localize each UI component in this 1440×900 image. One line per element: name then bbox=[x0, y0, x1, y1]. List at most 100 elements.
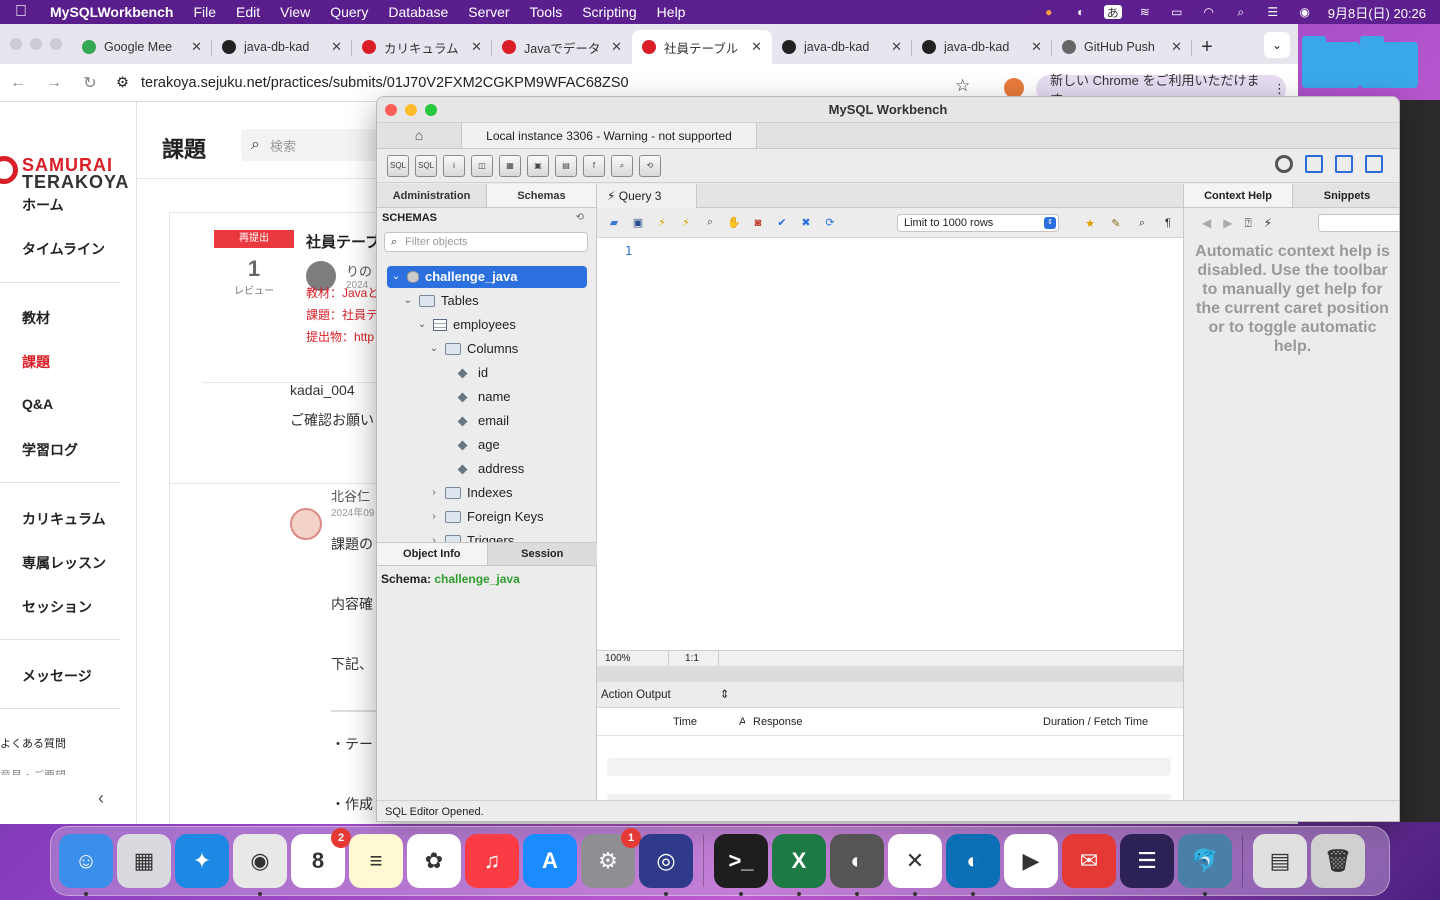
status-app-icon[interactable]: ● bbox=[1040, 5, 1058, 19]
menu-clock[interactable]: 9月8日(日) 20:26 bbox=[1328, 3, 1426, 22]
close-window-button[interactable] bbox=[10, 38, 22, 50]
dock-terminal-icon[interactable]: >_ bbox=[714, 834, 768, 896]
rollback-icon[interactable]: ✖ bbox=[797, 214, 815, 232]
control-center-icon[interactable]: ☰ bbox=[1264, 5, 1282, 19]
profile-avatar[interactable] bbox=[1004, 78, 1024, 98]
home-tab-icon[interactable]: ⌂ bbox=[377, 122, 461, 148]
panel-splitter[interactable] bbox=[597, 666, 1183, 682]
col-time[interactable]: Time bbox=[673, 716, 697, 728]
forward-icon[interactable]: ▶ bbox=[1223, 216, 1232, 230]
open-file-icon[interactable]: ▰ bbox=[605, 214, 623, 232]
dock-notes-icon[interactable]: ≡ bbox=[349, 834, 403, 888]
close-tab-icon[interactable]: ✕ bbox=[611, 39, 622, 55]
apple-menu-icon[interactable]:  bbox=[0, 3, 42, 21]
browser-tab[interactable]: java-db-kad ✕ bbox=[772, 30, 912, 64]
refresh-schemas-icon[interactable]: ⟲ bbox=[576, 212, 584, 223]
browser-tab[interactable]: Javaでデータ ✕ bbox=[492, 30, 632, 64]
instance-tab[interactable]: Local instance 3306 - Warning - not supp… bbox=[461, 122, 757, 148]
sidebar-item-curriculum[interactable]: カリキュラム bbox=[22, 509, 106, 529]
menu-help[interactable]: Help bbox=[647, 4, 696, 20]
toggle-sidebar-icon[interactable] bbox=[1305, 155, 1323, 173]
forward-icon[interactable]: → bbox=[36, 74, 72, 92]
dock-music-icon[interactable]: ♫ bbox=[465, 834, 519, 888]
tab-search-button[interactable]: ⌄ bbox=[1264, 32, 1290, 58]
help-search-input[interactable] bbox=[1318, 214, 1399, 232]
stop-icon[interactable]: ✋ bbox=[725, 214, 743, 232]
reconnect-icon[interactable]: ⟲ bbox=[639, 154, 661, 177]
close-tab-icon[interactable]: ✕ bbox=[191, 39, 202, 55]
col-response[interactable]: Response bbox=[753, 716, 803, 728]
submission-link[interactable]: 提出物：http bbox=[306, 328, 374, 345]
dock-youtube-icon[interactable]: ▶ bbox=[1004, 834, 1058, 888]
menu-view[interactable]: View bbox=[270, 4, 320, 20]
tree-node-schema[interactable]: ⌄ challenge_java bbox=[387, 266, 587, 288]
menu-file[interactable]: File bbox=[183, 4, 226, 20]
open-sql-script-icon[interactable]: SQL bbox=[415, 154, 437, 177]
search-table-data-icon[interactable]: ⌕ bbox=[611, 154, 633, 177]
tab-snippets[interactable]: Snippets bbox=[1293, 184, 1399, 207]
reviewer-name[interactable]: 北谷仁 bbox=[331, 486, 370, 505]
create-schema-icon[interactable]: ◫ bbox=[471, 154, 493, 177]
close-tab-icon[interactable]: ✕ bbox=[891, 39, 902, 55]
dock-vscode-icon[interactable]: ✕ bbox=[888, 834, 942, 896]
task-link[interactable]: 課題：社員テ bbox=[306, 306, 378, 323]
new-sql-tab-icon[interactable]: SQL bbox=[387, 154, 409, 177]
tree-node-column[interactable]: name bbox=[457, 386, 511, 408]
site-info-icon[interactable]: ⚙ bbox=[116, 75, 129, 91]
new-tab-button[interactable]: + bbox=[1192, 30, 1222, 64]
browser-tab[interactable]: Google Mee ✕ bbox=[72, 30, 212, 64]
collapse-sidebar-icon[interactable]: ‹ bbox=[98, 788, 104, 809]
mute-icon[interactable]: ≋ bbox=[1136, 5, 1154, 19]
url-text[interactable]: terakoya.sejuku.net/practices/submits/01… bbox=[141, 75, 629, 91]
output-select[interactable]: Action Output ⇕ bbox=[597, 682, 1183, 708]
samurai-terakoya-logo[interactable]: SAMURAI TERAKOYA bbox=[0, 150, 130, 192]
dock-excel-icon[interactable]: X bbox=[772, 834, 826, 896]
manual-help-icon[interactable]: ⍰ bbox=[1244, 216, 1251, 231]
close-tab-icon[interactable]: ✕ bbox=[331, 39, 342, 55]
dock-tableplus-icon[interactable]: ◐ bbox=[830, 834, 884, 896]
dock-photos-icon[interactable]: ✿ bbox=[407, 834, 461, 888]
dock-mysql-workbench-alt-icon[interactable]: ◐ bbox=[946, 834, 1000, 896]
status-sync-icon[interactable]: ◐ bbox=[1072, 5, 1090, 19]
address-bar[interactable]: ⚙ terakoya.sejuku.net/practices/submits/… bbox=[116, 68, 1016, 98]
sidebar-item-home[interactable]: ホーム bbox=[22, 195, 64, 215]
minimize-window-button[interactable] bbox=[30, 38, 42, 50]
menu-query[interactable]: Query bbox=[320, 4, 378, 20]
menu-database[interactable]: Database bbox=[378, 4, 458, 20]
create-view-icon[interactable]: ▣ bbox=[527, 154, 549, 177]
preferences-gear-icon[interactable] bbox=[1275, 155, 1293, 173]
chevron-down-icon[interactable]: ⌄ bbox=[403, 290, 413, 312]
tree-node-table[interactable]: ⌄ employees bbox=[417, 314, 516, 336]
close-tab-icon[interactable]: ✕ bbox=[1171, 39, 1182, 55]
desktop-folder-icon[interactable] bbox=[1302, 36, 1360, 88]
filter-objects-input[interactable]: ⌕ Filter objects bbox=[384, 232, 588, 252]
col-action[interactable]: Action bbox=[739, 716, 745, 728]
create-table-icon[interactable]: ▦ bbox=[499, 154, 521, 177]
close-tab-icon[interactable]: ✕ bbox=[751, 39, 762, 55]
toggle-output-icon[interactable] bbox=[1335, 155, 1353, 173]
sidebar-link-feedback[interactable]: 意見・ご要望 bbox=[0, 767, 66, 775]
siri-icon[interactable]: ◉ bbox=[1296, 5, 1314, 19]
commit-icon[interactable]: ✔ bbox=[773, 214, 791, 232]
menu-scripting[interactable]: Scripting bbox=[572, 4, 646, 20]
explain-icon[interactable]: ⌕ bbox=[701, 214, 719, 232]
zoom-level[interactable]: 100% bbox=[597, 650, 669, 667]
zoom-window-button[interactable] bbox=[50, 38, 62, 50]
tree-node-indexes[interactable]: › Indexes bbox=[429, 482, 512, 504]
chevron-down-icon[interactable]: ⌄ bbox=[429, 338, 439, 360]
sidebar-item-qa[interactable]: Q&A bbox=[22, 396, 53, 412]
tree-node-columns[interactable]: ⌄ Columns bbox=[429, 338, 519, 360]
execute-current-icon[interactable]: ⚡ bbox=[677, 214, 695, 232]
auto-help-icon[interactable]: ⚡ bbox=[1264, 216, 1272, 230]
browser-tab-active[interactable]: 社員テーブル ✕ bbox=[632, 30, 772, 64]
chevron-right-icon[interactable]: › bbox=[429, 530, 439, 542]
sidebar-item-sessions[interactable]: セッション bbox=[22, 597, 92, 617]
dock-calendar-icon[interactable]: 82 bbox=[291, 828, 351, 888]
tab-administration[interactable]: Administration bbox=[377, 184, 487, 207]
menu-tools[interactable]: Tools bbox=[520, 4, 573, 20]
tree-node-column[interactable]: address bbox=[457, 458, 524, 480]
spotlight-icon[interactable]: ⌕ bbox=[1232, 5, 1250, 19]
dock-safari-icon[interactable]: ✦ bbox=[175, 834, 229, 888]
dock-chrome-icon[interactable]: ◉ bbox=[233, 834, 287, 896]
chevron-down-icon[interactable]: ⌄ bbox=[417, 314, 427, 336]
